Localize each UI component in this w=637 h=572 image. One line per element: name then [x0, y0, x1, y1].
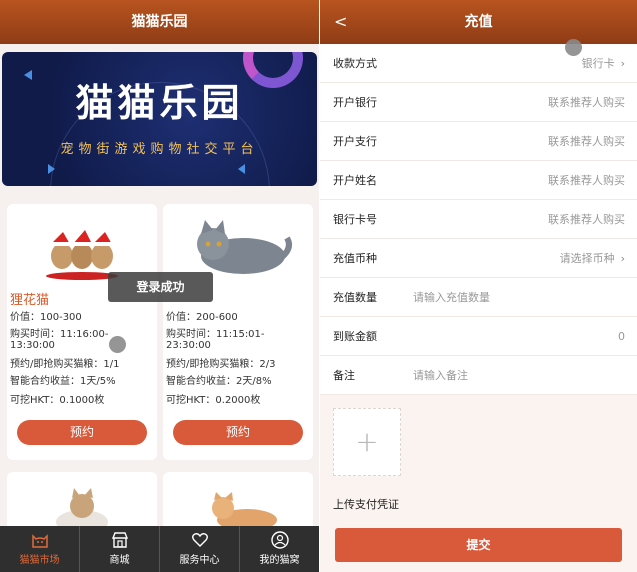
cat-contract: 智能合约收益：2天/8%: [166, 376, 272, 387]
currency-select[interactable]: 充值币种 请选择币种 ›: [320, 239, 637, 278]
field-value-wrap: 银行卡 ›: [582, 44, 625, 83]
recharge-screen: < 充值 收款方式 银行卡 › 开户银行 联系推荐人购买 开户支行 联系推荐人购买…: [320, 0, 637, 572]
account-name-field: 开户姓名 联系推荐人购买: [320, 161, 637, 200]
toast-message: 登录成功: [108, 272, 213, 302]
plus-icon: +: [355, 425, 379, 458]
banner-triangle: [48, 164, 55, 174]
cat-buy-time-end: 13:30:00: [10, 340, 55, 351]
market-screen: 猫猫乐园 猫猫乐园 宠物街游戏购物社交平台 狸花猫 价值：100-300 购买时…: [0, 0, 319, 572]
field-label: 开户银行: [333, 96, 377, 109]
banner-title: 猫猫乐园: [75, 81, 244, 125]
tab-label: 服务中心: [179, 555, 220, 566]
field-label: 银行卡号: [333, 213, 377, 226]
arrival-amount-field: 到账金额 0: [320, 317, 637, 356]
header: < 充值: [320, 0, 637, 44]
field-label: 充值数量: [333, 291, 377, 304]
tab-label: 我的猫窝: [259, 555, 300, 566]
remark-field[interactable]: 备注 请输入备注: [320, 356, 637, 395]
banner-subtitle: 宠物街游戏购物社交平台: [60, 142, 259, 157]
tab-service-center[interactable]: 服务中心: [160, 526, 240, 572]
field-value: 银行卡: [581, 57, 615, 70]
touch-indicator: [109, 336, 126, 353]
promo-banner[interactable]: 猫猫乐园 宠物街游戏购物社交平台: [2, 52, 317, 186]
field-value: 联系推荐人购买: [548, 96, 625, 109]
cat-mine: 可挖HKT：0.2000枚: [166, 395, 261, 406]
field-label: 开户姓名: [333, 174, 377, 187]
field-label: 到账金额: [333, 330, 377, 343]
field-value: 联系推荐人购买: [548, 135, 625, 148]
cat-buy-time-end: 23:30:00: [166, 340, 211, 351]
user-icon: [270, 531, 289, 549]
field-label: 备注: [333, 369, 355, 382]
field-value: 请选择币种: [559, 252, 615, 265]
cat-contract: 智能合约收益：1天/5%: [10, 376, 116, 387]
field-value-wrap: 请选择币种 ›: [560, 239, 625, 278]
submit-button[interactable]: 提交: [335, 528, 622, 562]
tab-label: 猫猫市场: [19, 555, 60, 566]
recharge-form: 收款方式 银行卡 › 开户银行 联系推荐人购买 开户支行 联系推荐人购买 开户姓名…: [320, 44, 637, 395]
card-number-field: 银行卡号 联系推荐人购买: [320, 200, 637, 239]
heart-hand-icon: [191, 533, 208, 547]
bank-field: 开户银行 联系推荐人购买: [320, 83, 637, 122]
bottom-tab-bar: 猫猫市场 商城 服务中心 我的猫窝: [0, 526, 319, 572]
cat-card[interactable]: 价值：200-600 购买时间：11:15:01- 23:30:00 预约/即抢…: [163, 204, 313, 460]
cat-name: 狸花猫: [10, 293, 50, 308]
tab-my-cattery[interactable]: 我的猫窝: [240, 526, 319, 572]
tab-store[interactable]: 商城: [80, 526, 160, 572]
cat-reserve: 预约/即抢购买猫粮：2/3: [166, 359, 276, 370]
field-value: 0: [618, 330, 625, 343]
tab-cat-market[interactable]: 猫猫市场: [0, 526, 80, 572]
cat-price: 价值：100-300: [10, 312, 82, 323]
chevron-right-icon: ›: [620, 57, 625, 70]
cat-card[interactable]: [7, 472, 157, 532]
back-icon[interactable]: <: [334, 0, 347, 44]
cat-icon: [31, 534, 48, 548]
page-title: 猫猫乐园: [0, 0, 319, 44]
cat-reserve: 预约/即抢购买猫粮：1/1: [10, 359, 120, 370]
branch-field: 开户支行 联系推荐人购买: [320, 122, 637, 161]
cat-mine: 可挖HKT：0.1000枚: [10, 395, 105, 406]
store-icon: [111, 532, 128, 548]
chevron-right-icon: ›: [620, 252, 625, 265]
amount-field[interactable]: 充值数量 请输入充值数量: [320, 278, 637, 317]
banner-triangle: [238, 164, 245, 174]
cat-card[interactable]: 狸花猫 价值：100-300 购买时间：11:16:00- 13:30:00 预…: [7, 204, 157, 460]
field-value: 联系推荐人购买: [548, 213, 625, 226]
amount-input[interactable]: 请输入充值数量: [413, 278, 490, 317]
reserve-button[interactable]: 预约: [17, 420, 147, 445]
cat-price: 价值：200-600: [166, 312, 238, 323]
payment-method-select[interactable]: 收款方式 银行卡 ›: [320, 44, 637, 83]
cat-card[interactable]: [163, 472, 313, 532]
upload-label: 上传支付凭证: [333, 498, 399, 511]
field-label: 充值币种: [333, 252, 377, 265]
field-value: 联系推荐人购买: [548, 174, 625, 187]
touch-indicator: [565, 39, 582, 56]
remark-input[interactable]: 请输入备注: [413, 356, 468, 395]
field-label: 收款方式: [333, 57, 377, 70]
field-label: 开户支行: [333, 135, 377, 148]
reserve-button[interactable]: 预约: [173, 420, 303, 445]
page-title: 充值: [464, 14, 493, 30]
upload-receipt-button[interactable]: +: [333, 408, 401, 476]
tab-label: 商城: [109, 555, 130, 566]
